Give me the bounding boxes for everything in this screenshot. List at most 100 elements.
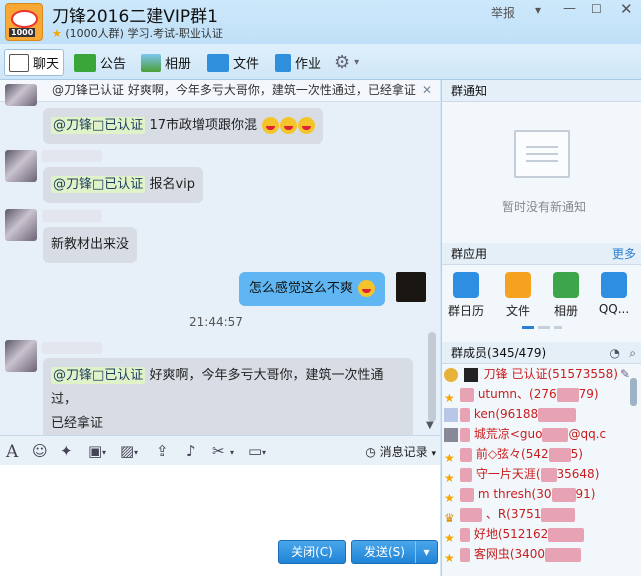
member-name: 刀锋 已认证(51573558) (483, 367, 618, 381)
member-item[interactable]: 城荒凉<guo @qq.c (444, 424, 634, 444)
member-item[interactable]: ★ 客网虫(3400 (444, 544, 634, 564)
message-timestamp: 21:44:57 (189, 315, 243, 329)
message-text-continued: 已经拿证 (51, 416, 104, 431)
blurred-text (460, 507, 482, 522)
chevron-down-icon[interactable]: ▾ (230, 448, 234, 457)
member-count: (1000人群) (65, 27, 124, 40)
more-apps-link[interactable]: 更多 (612, 243, 636, 265)
blurred-text (460, 427, 470, 442)
tab-files[interactable]: 文件 (203, 49, 263, 76)
close-notice-icon[interactable]: ✕ (422, 80, 432, 101)
mention-tag[interactable]: @刀锋□已认证 (51, 367, 146, 384)
tab-homework[interactable]: 作业 (271, 49, 325, 76)
mention-tag[interactable]: @刀锋□已认证 (51, 117, 146, 134)
tab-album[interactable]: 相册 (137, 49, 195, 76)
member-name-tail: 35648) (556, 467, 600, 481)
group-category[interactable]: 学习.考试-职业认证 (127, 27, 222, 40)
member-item[interactable]: ★ 好地(512162 (444, 524, 634, 544)
sender-name (42, 150, 102, 162)
avatar[interactable] (5, 150, 37, 182)
app-qq[interactable]: QQ... (594, 272, 634, 316)
folder-icon (207, 53, 229, 72)
message-history-button[interactable]: ◷ 消息记录 ▾ (365, 443, 436, 460)
input-toolbar: A ☺ ✦ ▣ ▾ ▨ ▾ ⇪ ♪ ✂ ▾ ▭ ▾ ◷ 消息记录 ▾ (0, 435, 440, 465)
member-name: 好地(512162 (473, 527, 549, 541)
member-name-tail: 5) (570, 447, 583, 461)
tab-chat[interactable]: 聊天 (4, 49, 64, 76)
member-item[interactable]: 刀锋 已认证(51573558) ✎ (444, 364, 634, 384)
blurred-text (538, 407, 577, 422)
member-name: 守一片天涯( (475, 467, 541, 481)
calendar-icon (453, 272, 479, 298)
star-icon: ★ (444, 490, 455, 505)
font-icon[interactable]: A (6, 442, 18, 462)
smirk-emoji-icon (358, 280, 375, 297)
tab-announcement-label: 公告 (100, 57, 127, 72)
member-item[interactable]: ♛ 、R(3751 (444, 504, 634, 524)
chat-area[interactable]: @刀锋已认证 好爽啊，今年多亏大哥你，建筑一次性通过，已经拿证 ✕ @刀锋□已认… (0, 80, 440, 435)
my-message-text: 怎么感觉这么不爽 (248, 281, 353, 296)
window-title: 刀锋2016二建VIP群1 (52, 7, 218, 27)
member-list-scrollbar[interactable] (630, 378, 637, 406)
tab-announcement[interactable]: 公告 (70, 49, 130, 76)
send-button[interactable]: 发送(S) ▾ (351, 540, 438, 564)
member-item[interactable]: ★ utumn、(276 79) (444, 384, 634, 404)
tab-files-label: 文件 (233, 57, 260, 72)
apps-header: 群应用 更多 (442, 243, 641, 265)
logo-number: 1000 (9, 28, 36, 37)
pinned-notice[interactable]: @刀锋已认证 好爽啊，今年多亏大哥你，建筑一次性通过，已经拿证 ✕ (0, 80, 440, 102)
chevron-down-icon[interactable]: ▾ (262, 448, 266, 457)
minimize-icon[interactable]: — (563, 1, 576, 16)
chat-bubble-icon[interactable]: ◔ (610, 342, 620, 364)
send-options-chevron-icon[interactable]: ▾ (415, 541, 437, 563)
group-logo[interactable]: 1000 (5, 3, 43, 41)
app-album[interactable]: 相册 (546, 272, 586, 319)
app-calendar[interactable]: 群日历 (446, 272, 486, 319)
chevron-down-icon[interactable]: ▾ (134, 448, 138, 457)
member-item[interactable]: ★ 前◇弦々(542 5) (444, 444, 634, 464)
chat-scrollbar[interactable] (428, 332, 436, 422)
avatar[interactable] (5, 84, 37, 106)
maximize-icon[interactable]: ☐ (591, 2, 602, 16)
tab-album-label: 相册 (165, 57, 192, 72)
members-header: 群成员(345/479) ◔ ⌕ (442, 342, 641, 364)
member-item[interactable]: ★ m thresh(30 91) (444, 484, 634, 504)
blurred-text (556, 387, 579, 402)
app-files[interactable]: 文件 (498, 272, 538, 319)
notice-empty-icon (514, 130, 570, 178)
report-button[interactable]: 举报 (491, 4, 515, 21)
scroll-down-icon[interactable]: ▼ (426, 420, 434, 431)
clock-icon: ◷ (365, 445, 376, 459)
sender-name (42, 210, 102, 222)
blurred-text (542, 427, 569, 442)
emoji-icon[interactable]: ☺ (32, 442, 48, 460)
scissors-icon[interactable]: ✂ (212, 442, 225, 460)
gift-icon[interactable]: ▣ (88, 442, 102, 460)
title-bar: 1000 刀锋2016二建VIP群1 ★ (1000人群) 学习.考试-职业认证… (0, 0, 641, 44)
message-bubble: @刀锋□已认证 好爽啊，今年多亏大哥你，建筑一次性通过， 已经拿证 (43, 358, 413, 435)
close-icon[interactable]: ✕ (620, 0, 633, 18)
mention-tag[interactable]: @刀锋□已认证 (51, 176, 146, 193)
skin-icon[interactable]: ▾ (535, 3, 541, 17)
app-page-indicator[interactable] (522, 326, 562, 329)
image-icon[interactable]: ▨ (120, 442, 134, 460)
album-icon (141, 53, 161, 72)
member-name: 客网虫(3400 (473, 547, 546, 561)
message-bubble: @刀锋□已认证 17市政增项跟你混 (43, 108, 324, 144)
avatar[interactable] (5, 209, 37, 241)
member-item[interactable]: ★ 守一片天涯(35648) (444, 464, 634, 484)
my-avatar[interactable] (396, 272, 426, 302)
blurred-text (551, 487, 576, 502)
magic-icon[interactable]: ✦ (60, 442, 73, 460)
upload-icon[interactable]: ⇪ (156, 442, 169, 460)
chevron-down-icon[interactable]: ▾ (102, 448, 106, 457)
settings-button[interactable]: ⚙ ▾ (330, 49, 363, 76)
edit-icon[interactable]: ✎ (620, 364, 630, 384)
notice-header: 群通知 (442, 80, 641, 102)
music-icon[interactable]: ♪ (186, 442, 196, 460)
search-icon[interactable]: ⌕ (629, 342, 636, 364)
screen-icon[interactable]: ▭ (248, 442, 262, 460)
close-button[interactable]: 关闭(C) (278, 540, 346, 564)
avatar[interactable] (5, 340, 37, 372)
member-item[interactable]: ken(96188 (444, 404, 634, 424)
